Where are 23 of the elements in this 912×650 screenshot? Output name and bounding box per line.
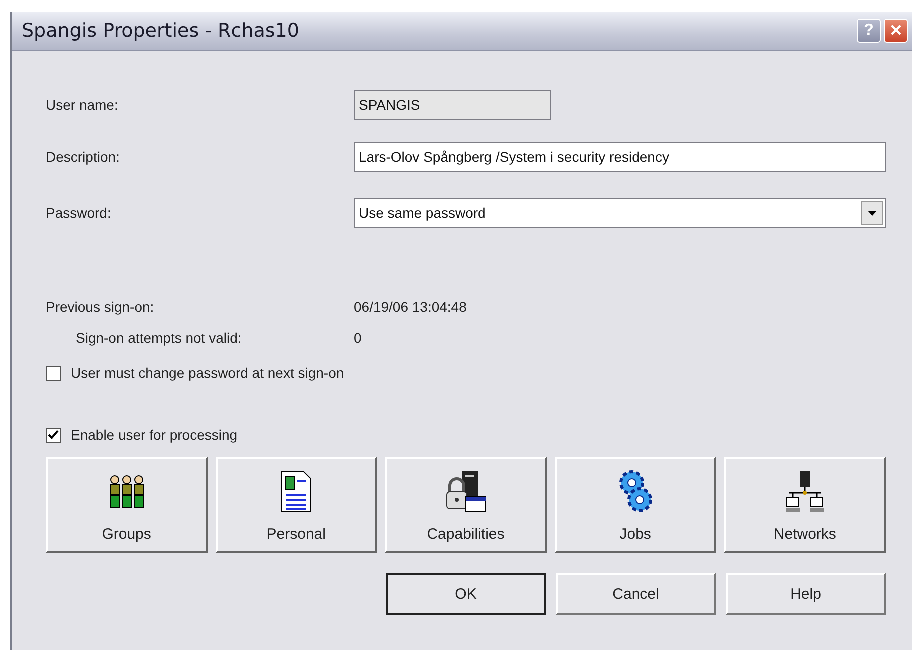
field-label: Password: bbox=[46, 205, 112, 221]
field-label: User name: bbox=[46, 97, 120, 113]
section-button[interactable]: Personal bbox=[216, 457, 378, 553]
section-button[interactable]: Groups bbox=[46, 457, 208, 553]
dialog-button[interactable]: Help bbox=[726, 573, 886, 615]
info-label: Sign-on attempts not valid: bbox=[75, 330, 243, 346]
dialog-button[interactable]: OK bbox=[386, 573, 546, 615]
info-value: 06/19/06 13:04:48 bbox=[354, 298, 467, 314]
info-value: 0 bbox=[354, 330, 362, 346]
checkbox[interactable] bbox=[46, 366, 61, 380]
checkbox-label: User must change password at next sign-on bbox=[71, 365, 346, 381]
info-label: Previous sign-on: bbox=[46, 298, 156, 314]
window-title: Spangis Properties - Rchas10 bbox=[22, 20, 300, 42]
input-field[interactable]: Lars-Olov Spångberg /System i security residency bbox=[354, 142, 886, 172]
padlock-icon bbox=[444, 470, 488, 514]
dropdown[interactable]: Use same password bbox=[354, 198, 886, 228]
section-button[interactable]: Jobs bbox=[554, 457, 716, 553]
checkbox-label: Enable user for processing bbox=[71, 427, 239, 443]
section-button[interactable]: Networks bbox=[724, 457, 886, 553]
section-button[interactable]: Capabilities bbox=[385, 457, 547, 553]
checkbox[interactable] bbox=[46, 428, 61, 443]
field-label: Description: bbox=[46, 149, 121, 165]
dialog-button[interactable]: Cancel bbox=[556, 573, 716, 615]
